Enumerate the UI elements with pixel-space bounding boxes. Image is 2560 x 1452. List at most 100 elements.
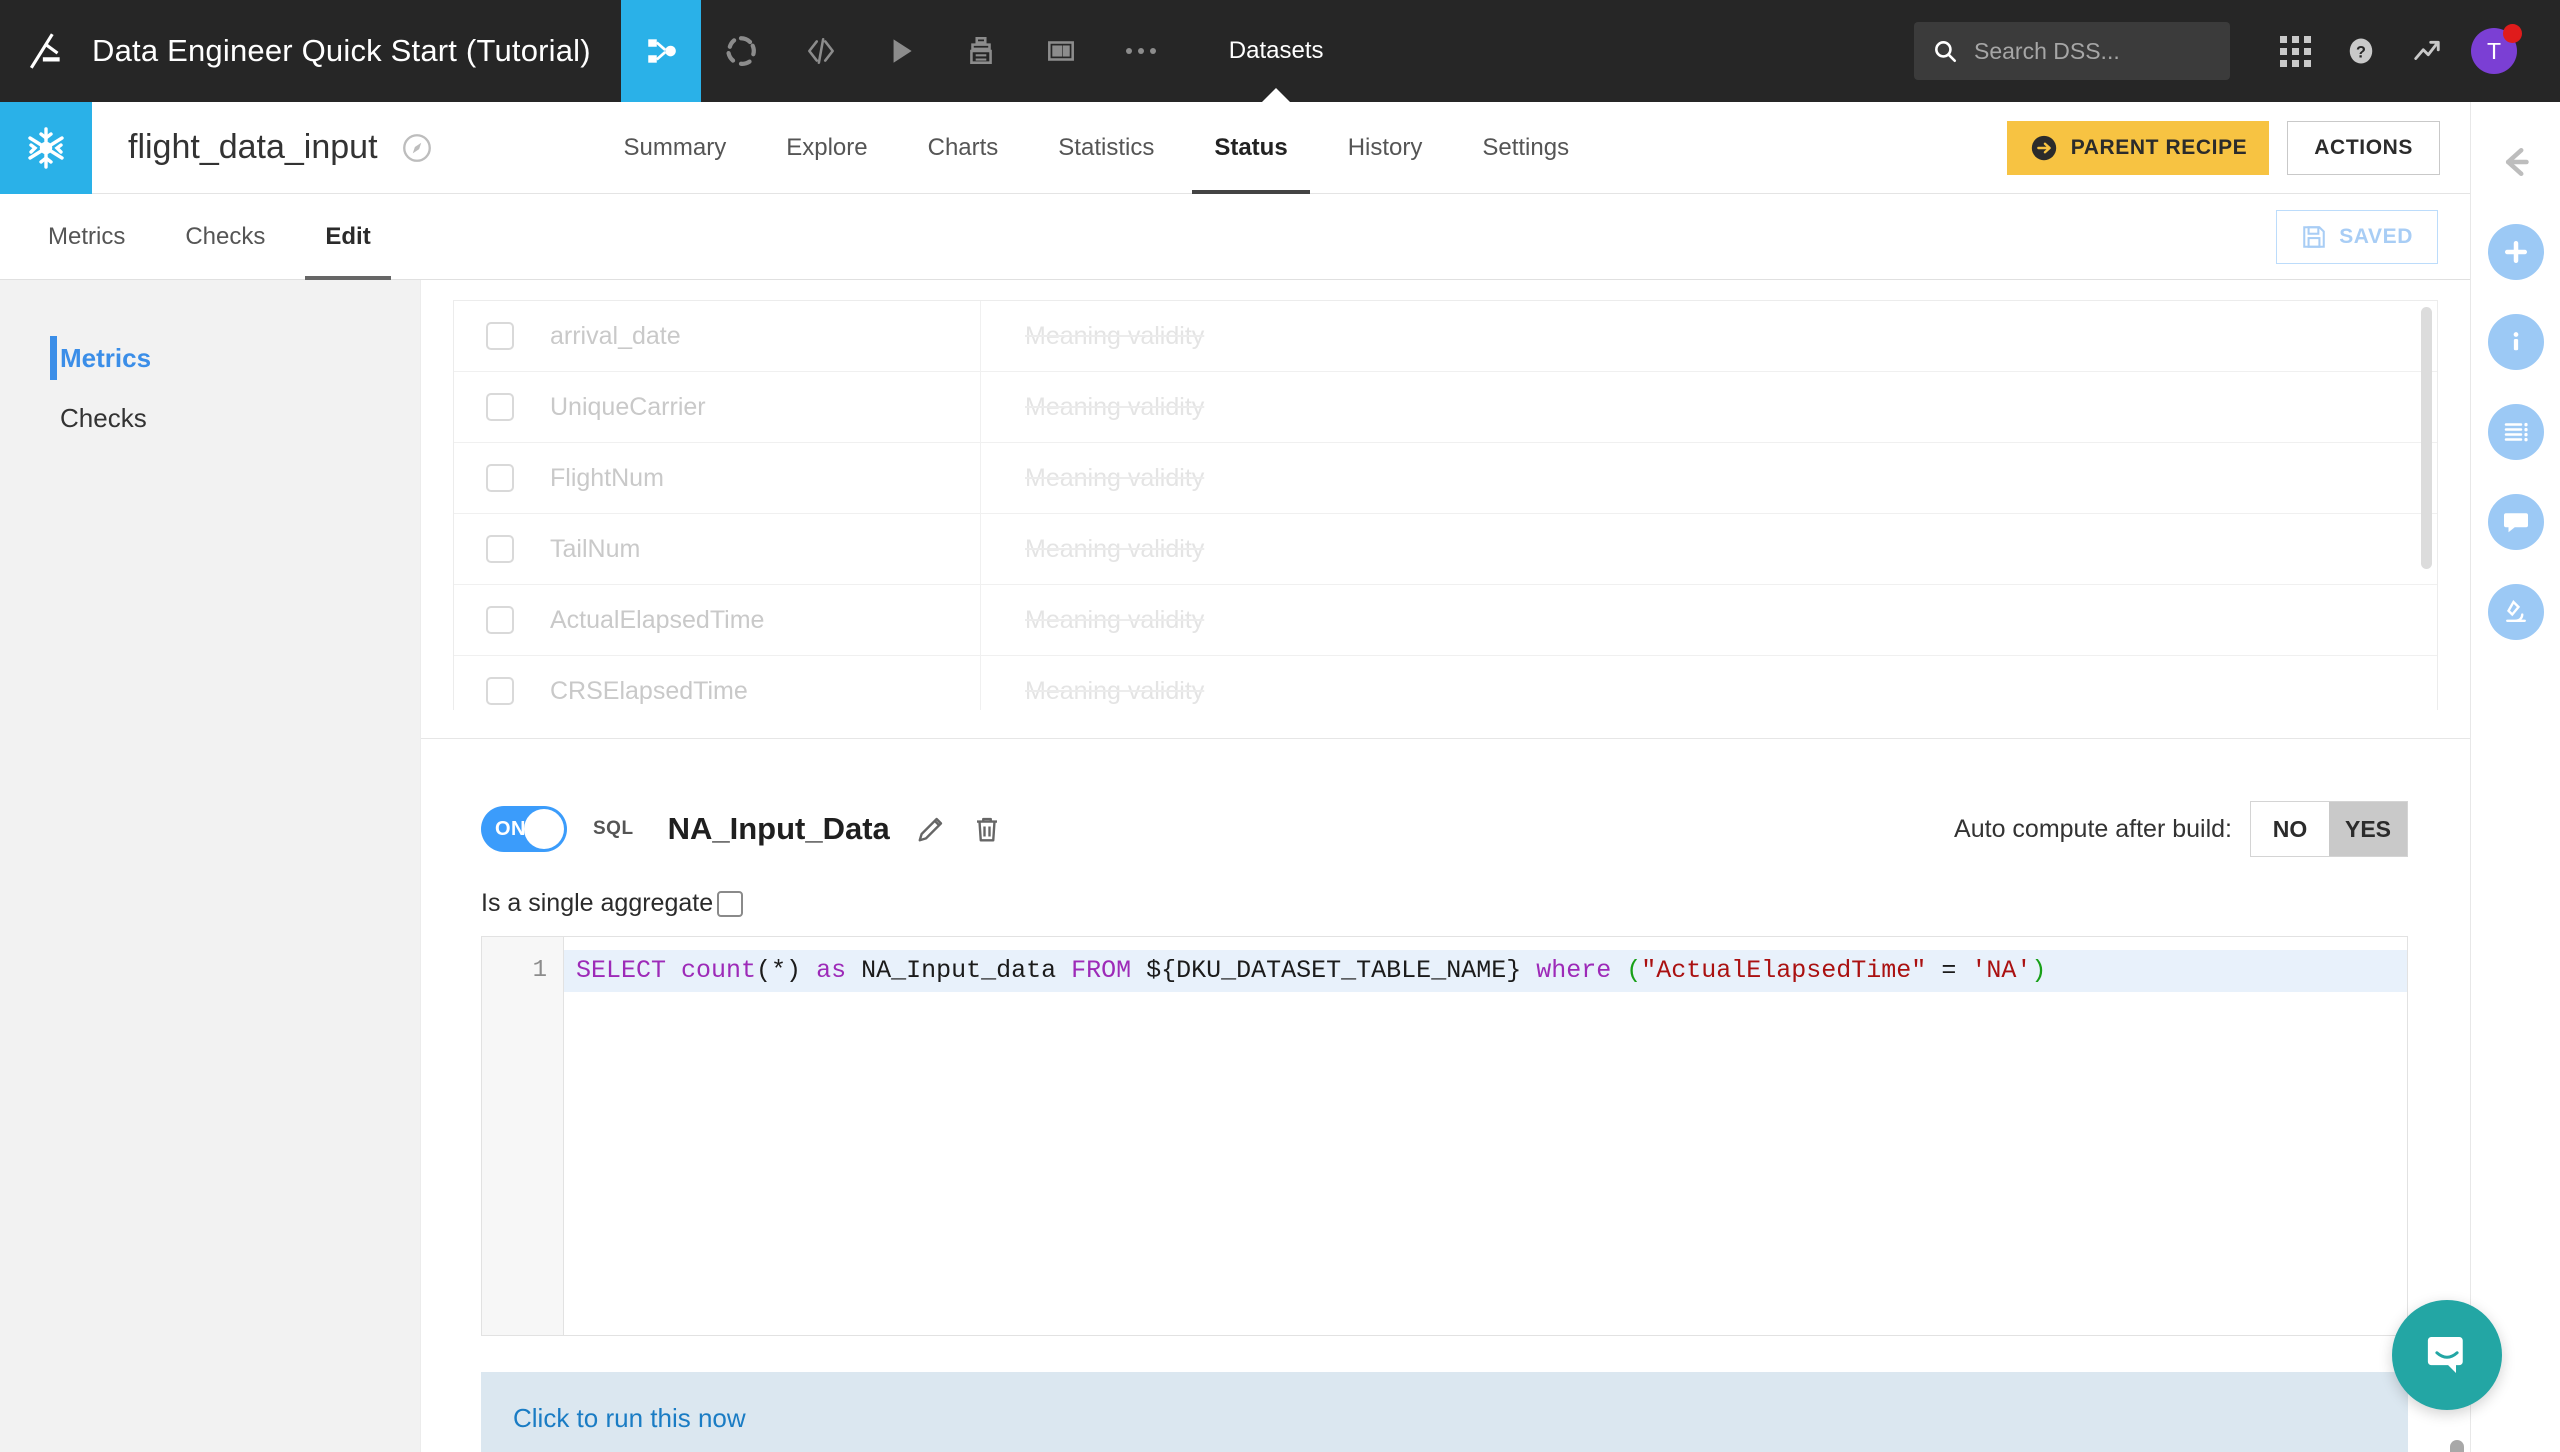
- collapse-back-arrow-icon[interactable]: [2486, 132, 2546, 192]
- row-checkbox[interactable]: [486, 464, 514, 492]
- project-title[interactable]: Data Engineer Quick Start (Tutorial): [92, 33, 621, 69]
- tab-summary[interactable]: Summary: [594, 102, 757, 194]
- tab-settings[interactable]: Settings: [1452, 102, 1599, 194]
- details-list-button[interactable]: [2486, 402, 2546, 462]
- user-avatar-wrap[interactable]: T: [2464, 22, 2524, 80]
- sub-tab-metrics[interactable]: Metrics: [18, 194, 155, 280]
- tab-explore[interactable]: Explore: [756, 102, 897, 194]
- sql-token-as: as: [816, 956, 847, 985]
- sql-token-select: SELECT: [576, 956, 667, 985]
- left-sidebar: Metrics Checks: [0, 280, 420, 1452]
- chat-launcher-button[interactable]: [2392, 1300, 2502, 1410]
- dataset-tabs: Summary Explore Charts Statistics Status…: [594, 102, 1600, 194]
- flow-icon[interactable]: [620, 0, 701, 102]
- table-row[interactable]: arrival_date Meaning validity: [454, 301, 2437, 372]
- column-divider: [980, 372, 981, 442]
- metric-enable-toggle[interactable]: ON: [481, 806, 567, 852]
- sidebar-item-label: Checks: [60, 402, 147, 433]
- sidebar-item-metrics[interactable]: Metrics: [0, 328, 420, 388]
- info-button[interactable]: [2486, 312, 2546, 372]
- arrow-right-circle-icon: [2031, 135, 2056, 160]
- apps-grid-icon[interactable]: [2266, 22, 2324, 80]
- nav-datasets[interactable]: Datasets: [1215, 0, 1338, 102]
- auto-compute-yes-option[interactable]: YES: [2329, 802, 2407, 856]
- run-now-bar[interactable]: Click to run this now: [481, 1372, 2408, 1452]
- sql-code-line[interactable]: SELECT count(*) as NA_Input_data FROM ${…: [564, 950, 2407, 992]
- svg-text:?: ?: [2356, 43, 2366, 61]
- column-name: TailNum: [550, 534, 641, 563]
- table-row[interactable]: CRSElapsedTime Meaning validity: [454, 656, 2437, 710]
- tab-history[interactable]: History: [1318, 102, 1453, 194]
- jobs-play-icon[interactable]: [861, 0, 941, 102]
- dataset-header: flight_data_input Summary Explore Charts…: [0, 101, 2470, 194]
- sub-tab-checks[interactable]: Checks: [155, 194, 295, 280]
- table-row[interactable]: ActualElapsedTime Meaning validity: [454, 585, 2437, 656]
- trending-up-icon[interactable]: [2398, 22, 2456, 80]
- pencil-icon[interactable]: [916, 814, 946, 844]
- code-icon[interactable]: [781, 0, 861, 102]
- meaning-validity-label: Meaning validity: [1025, 463, 1205, 492]
- sub-tab-edit[interactable]: Edit: [295, 194, 400, 280]
- table-row[interactable]: UniqueCarrier Meaning validity: [454, 372, 2437, 443]
- comment-button[interactable]: [2486, 492, 2546, 552]
- more-dots-icon[interactable]: [1101, 0, 1181, 102]
- search-box[interactable]: [1914, 22, 2230, 80]
- saved-button[interactable]: SAVED: [2276, 209, 2438, 264]
- parent-recipe-button[interactable]: PARENT RECIPE: [2006, 120, 2270, 175]
- page-scrollbar[interactable]: [2450, 1440, 2464, 1452]
- column-name: ActualElapsedTime: [550, 605, 765, 634]
- toggle-knob: [524, 809, 564, 849]
- lab-microscope-button[interactable]: [2486, 582, 2546, 642]
- sql-code-editor[interactable]: 1 SELECT count(*) as NA_Input_data FROM …: [481, 936, 2408, 1336]
- actions-button[interactable]: ACTIONS: [2287, 120, 2440, 175]
- globe-icon[interactable]: [400, 131, 434, 165]
- add-plus-button[interactable]: [2486, 222, 2546, 282]
- sql-token-where: where: [1536, 956, 1612, 985]
- tab-statistics[interactable]: Statistics: [1028, 102, 1184, 194]
- dss-logo-icon[interactable]: [0, 0, 92, 102]
- table-row[interactable]: TailNum Meaning validity: [454, 514, 2437, 585]
- meaning-validity-label: Meaning validity: [1025, 321, 1205, 350]
- column-list-scrollbar[interactable]: [2421, 307, 2432, 569]
- help-icon[interactable]: ?: [2332, 22, 2390, 80]
- table-row[interactable]: FlightNum Meaning validity: [454, 443, 2437, 514]
- column-name: arrival_date: [550, 321, 681, 350]
- column-probe-list: arrival_date Meaning validity UniqueCarr…: [453, 300, 2438, 710]
- toggle-state-label: ON: [495, 817, 526, 840]
- topbar-right-group: ? T: [1914, 22, 2560, 80]
- sql-token-count: count: [681, 956, 757, 985]
- right-icon-rail: [2470, 102, 2560, 1452]
- tab-status[interactable]: Status: [1184, 102, 1317, 194]
- saved-label: SAVED: [2339, 224, 2413, 248]
- parent-recipe-label: PARENT RECIPE: [2070, 135, 2248, 159]
- single-aggregate-checkbox[interactable]: [717, 890, 744, 917]
- dataset-header-actions: PARENT RECIPE ACTIONS: [2006, 120, 2470, 175]
- row-checkbox[interactable]: [486, 393, 514, 421]
- auto-compute-no-option[interactable]: NO: [2251, 802, 2329, 856]
- editor-gutter: 1: [482, 937, 564, 1335]
- lab-icon[interactable]: [701, 0, 781, 102]
- meaning-validity-label: Meaning validity: [1025, 392, 1205, 421]
- status-sub-tab-bar: Metrics Checks Edit SAVED: [0, 194, 2470, 280]
- search-input[interactable]: [1974, 37, 2212, 65]
- notification-badge: [2503, 24, 2522, 43]
- tab-charts[interactable]: Charts: [898, 102, 1029, 194]
- single-aggregate-label: Is a single aggregate: [481, 889, 714, 917]
- row-checkbox[interactable]: [486, 606, 514, 634]
- row-checkbox[interactable]: [486, 535, 514, 563]
- metric-editor-block: ON SQL NA_Input_Data Auto compute after …: [453, 739, 2438, 1452]
- automation-icon[interactable]: [941, 0, 1021, 102]
- meaning-validity-label: Meaning validity: [1025, 605, 1205, 634]
- row-checkbox[interactable]: [486, 677, 514, 705]
- row-checkbox[interactable]: [486, 322, 514, 350]
- snowflake-icon: [0, 101, 92, 194]
- sql-token-equals: =: [1926, 956, 1972, 985]
- sql-token-open-paren: (: [1626, 956, 1642, 985]
- dashboard-icon[interactable]: [1021, 0, 1101, 102]
- sidebar-item-checks[interactable]: Checks: [0, 388, 420, 448]
- auto-compute-segmented-control: NO YES: [2250, 801, 2408, 857]
- column-divider: [980, 301, 981, 371]
- sql-token-close-paren: ): [2031, 956, 2047, 985]
- editor-code-area[interactable]: SELECT count(*) as NA_Input_data FROM ${…: [564, 937, 2407, 1335]
- trash-icon[interactable]: [972, 814, 1002, 844]
